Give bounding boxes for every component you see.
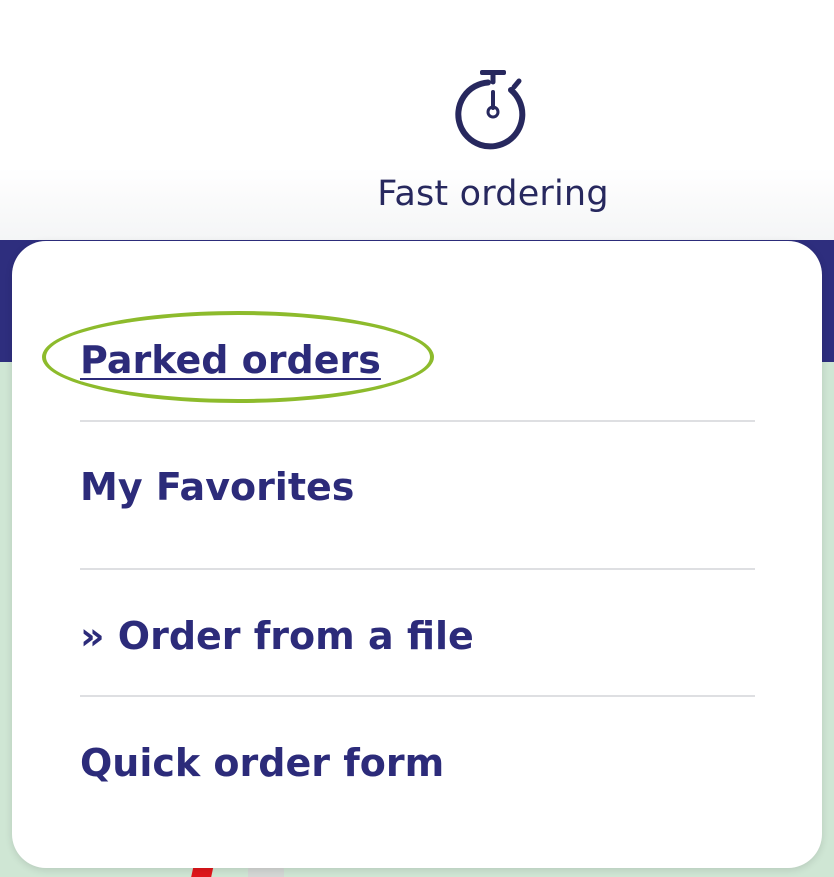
menu-item-parked-orders[interactable]: Parked orders: [80, 341, 755, 379]
page: Fast ordering Parked orders My Favorites…: [0, 0, 834, 877]
menu-item-order-from-file[interactable]: » Order from a file: [80, 617, 755, 655]
fast-ordering-dropdown: Parked orders My Favorites » Order from …: [12, 241, 822, 868]
fast-ordering-button[interactable]: Fast ordering: [360, 64, 626, 224]
menu-item-quick-order-form[interactable]: Quick order form: [80, 744, 755, 782]
menu-item-my-favorites[interactable]: My Favorites: [80, 468, 755, 506]
menu-divider: [80, 695, 755, 697]
stopwatch-icon: [455, 70, 526, 150]
menu-divider: [80, 420, 755, 422]
fast-ordering-label: Fast ordering: [377, 174, 609, 214]
menu-divider: [80, 568, 755, 570]
